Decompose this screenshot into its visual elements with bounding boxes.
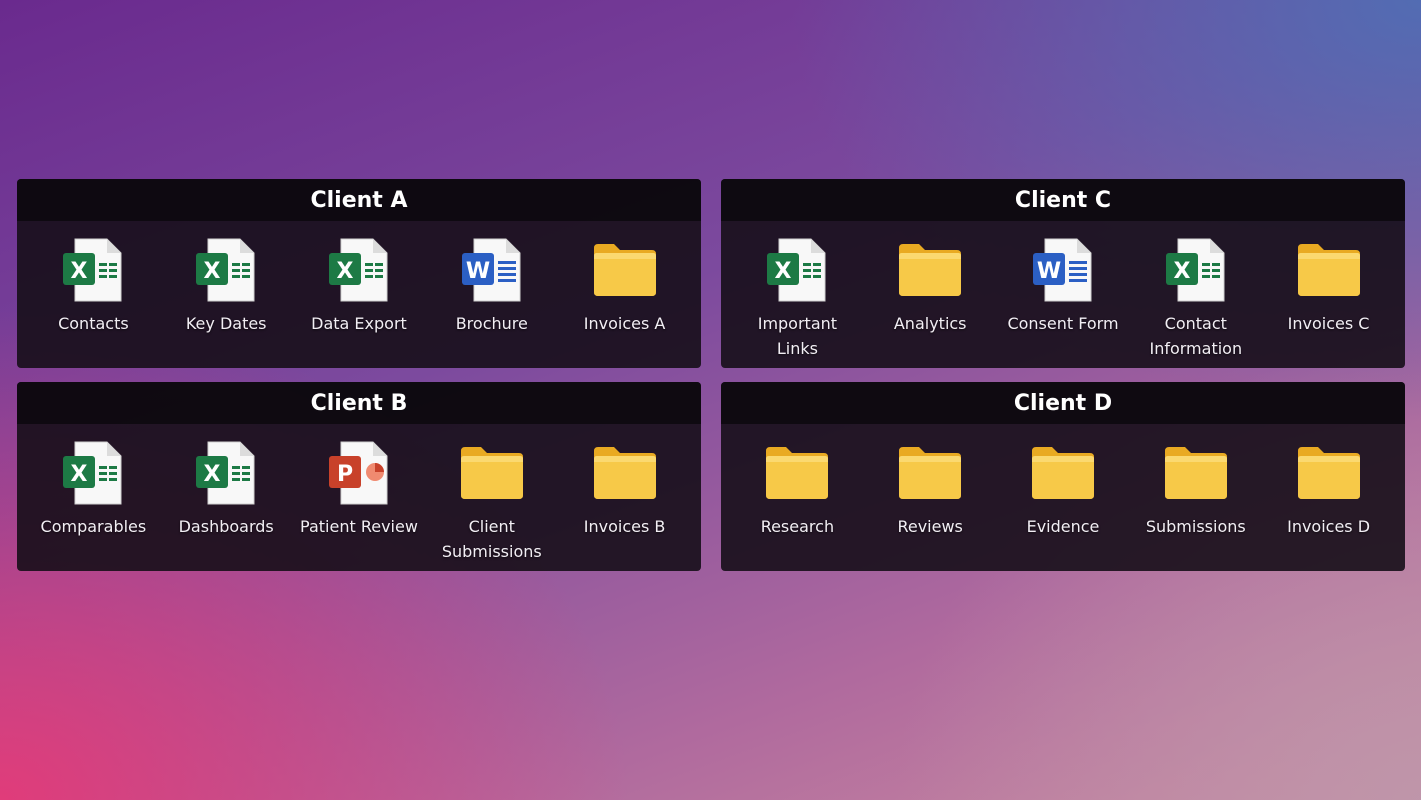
excel-file-icon: X	[324, 237, 394, 303]
file-list: X Important Links Analytics W Consent Fo…	[721, 221, 1405, 361]
file-item-contact-information[interactable]: X Contact Information	[1134, 237, 1258, 361]
file-label: Key Dates	[185, 314, 267, 333]
folder-label: Research	[760, 517, 835, 536]
word-file-icon: W	[457, 237, 527, 303]
file-item-important-links[interactable]: X Important Links	[735, 237, 859, 361]
client-a-panel: Client A X Contacts X Key Dates X Data E…	[17, 179, 701, 368]
folder-label: Invoices D	[1287, 517, 1371, 536]
folder-label: Evidence	[1026, 517, 1100, 536]
folder-icon	[590, 440, 660, 506]
file-list: Research Reviews Evidence Submissions In…	[721, 424, 1405, 539]
file-item-key-dates[interactable]: X Key Dates	[164, 237, 288, 336]
file-list: X Comparables X Dashboards P Patient Rev…	[17, 424, 701, 564]
file-item-data-export[interactable]: X Data Export	[297, 237, 421, 336]
folder-icon	[1161, 440, 1231, 506]
file-item-contacts[interactable]: X Contacts	[31, 237, 155, 336]
folder-item-reviews[interactable]: Reviews	[868, 440, 992, 539]
file-label: Dashboards	[178, 517, 274, 536]
folder-label: Invoices C	[1287, 314, 1370, 333]
file-item-patient-review[interactable]: P Patient Review	[297, 440, 421, 564]
folder-icon	[590, 237, 660, 303]
folder-item-invoices-a[interactable]: Invoices A	[563, 237, 687, 336]
file-list: X Contacts X Key Dates X Data Export W B…	[17, 221, 701, 336]
file-label: Contact Information	[1149, 314, 1243, 358]
panel-title: Client B	[310, 390, 408, 416]
excel-file-icon: X	[58, 440, 128, 506]
file-label: Consent Form	[1007, 314, 1119, 333]
panel-header: Client A	[17, 179, 701, 221]
folder-label: Invoices A	[583, 314, 666, 333]
file-label: Important Links	[757, 314, 838, 358]
excel-file-icon: X	[762, 237, 832, 303]
folder-icon	[457, 440, 527, 506]
panel-header: Client B	[17, 382, 701, 424]
svg-text:W: W	[1037, 259, 1061, 284]
excel-file-icon: X	[1161, 237, 1231, 303]
folder-icon	[762, 440, 832, 506]
folder-icon	[895, 237, 965, 303]
file-item-brochure[interactable]: W Brochure	[430, 237, 554, 336]
excel-file-icon: X	[58, 237, 128, 303]
file-label: Patient Review	[300, 517, 418, 536]
folder-item-invoices-b[interactable]: Invoices B	[563, 440, 687, 564]
file-item-comparables[interactable]: X Comparables	[31, 440, 155, 564]
folder-label: Submissions	[1145, 517, 1246, 536]
svg-text:X: X	[71, 259, 88, 284]
svg-text:W: W	[466, 259, 490, 284]
svg-text:X: X	[775, 259, 792, 284]
file-label: Contacts	[58, 314, 129, 333]
panel-header: Client C	[721, 179, 1405, 221]
panel-header: Client D	[721, 382, 1405, 424]
file-label: Brochure	[455, 314, 528, 333]
powerpoint-file-icon: P	[324, 440, 394, 506]
file-label: Comparables	[40, 517, 147, 536]
folder-icon	[895, 440, 965, 506]
folder-icon	[1294, 237, 1364, 303]
folder-item-invoices-c[interactable]: Invoices C	[1267, 237, 1391, 361]
folder-label: Client Submissions	[441, 517, 542, 561]
file-item-dashboards[interactable]: X Dashboards	[164, 440, 288, 564]
svg-text:X: X	[71, 462, 88, 487]
file-item-consent-form[interactable]: W Consent Form	[1001, 237, 1125, 361]
panel-title: Client D	[1013, 390, 1113, 416]
folder-label: Analytics	[893, 314, 967, 333]
word-file-icon: W	[1028, 237, 1098, 303]
excel-file-icon: X	[191, 237, 261, 303]
client-d-panel: Client D Research Reviews Evidence Submi…	[721, 382, 1405, 571]
folder-item-client-submissions[interactable]: Client Submissions	[430, 440, 554, 564]
svg-text:X: X	[204, 462, 221, 487]
file-label: Data Export	[311, 314, 407, 333]
excel-file-icon: X	[191, 440, 261, 506]
desktop-background: Client A X Contacts X Key Dates X Data E…	[0, 0, 1421, 800]
folder-icon	[1028, 440, 1098, 506]
client-c-panel: Client C X Important Links Analytics W C…	[721, 179, 1405, 368]
svg-text:P: P	[337, 462, 353, 487]
svg-text:X: X	[1173, 259, 1190, 284]
svg-text:X: X	[204, 259, 221, 284]
folder-icon	[1294, 440, 1364, 506]
folder-item-analytics[interactable]: Analytics	[868, 237, 992, 361]
folder-item-research[interactable]: Research	[735, 440, 859, 539]
client-b-panel: Client B X Comparables X Dashboards P Pa…	[17, 382, 701, 571]
folder-label: Invoices B	[583, 517, 666, 536]
folder-item-invoices-d[interactable]: Invoices D	[1267, 440, 1391, 539]
folder-label: Reviews	[897, 517, 963, 536]
folder-item-evidence[interactable]: Evidence	[1001, 440, 1125, 539]
svg-text:X: X	[337, 259, 354, 284]
panel-title: Client C	[1014, 187, 1112, 213]
panel-title: Client A	[310, 187, 408, 213]
folder-item-submissions[interactable]: Submissions	[1134, 440, 1258, 539]
